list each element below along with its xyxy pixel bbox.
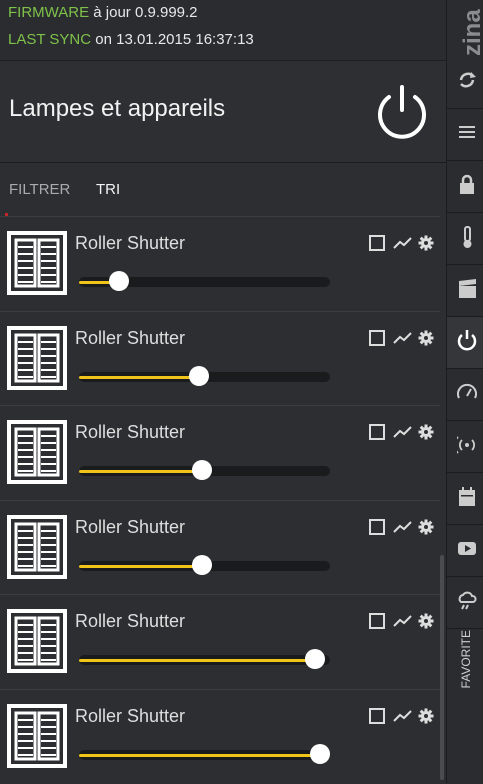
rail-cloud-rain-item[interactable] (447, 577, 483, 629)
device-tools[interactable] (369, 518, 435, 535)
device-row: Roller Shutter (0, 594, 440, 689)
history-chart-icon (393, 615, 412, 627)
select-checkbox (369, 707, 385, 724)
page-title: Lampes et appareils (9, 95, 226, 122)
rail-power-item[interactable] (447, 317, 483, 369)
settings-gear-icon (418, 235, 434, 251)
radio-signal-icon (457, 436, 475, 454)
sync-icon (459, 72, 476, 88)
slider-knob[interactable] (109, 271, 130, 291)
device-title: Roller Shutter (75, 327, 186, 348)
settings-gear-icon (418, 424, 434, 440)
device-tools[interactable] (369, 707, 435, 724)
filter-bar: FILTRER TRI (0, 163, 446, 215)
firmware-status: FIRMWARE à jour 0.9.999.2 (8, 4, 198, 21)
rail-lock-item[interactable] (447, 161, 483, 213)
rail-clapper-item[interactable] (447, 265, 483, 317)
cloud-rain-icon (458, 591, 477, 610)
status-bar: FIRMWARE à jour 0.9.999.2 LAST SYNC on 1… (0, 0, 446, 61)
calendar-icon (459, 487, 475, 506)
level-slider[interactable] (79, 365, 330, 386)
select-checkbox (369, 424, 385, 440)
gauge-icon (457, 383, 477, 399)
level-slider[interactable] (79, 554, 330, 575)
firmware-label: FIRMWARE (8, 4, 90, 21)
device-row: Roller Shutter (0, 688, 440, 784)
clapper-icon (459, 279, 476, 298)
device-row: Roller Shutter (0, 216, 440, 311)
device-row: Roller Shutter (0, 499, 440, 595)
roller-shutter-icon (7, 514, 67, 579)
device-tools[interactable] (369, 235, 435, 251)
roller-shutter-icon (7, 420, 67, 484)
device-tools[interactable] (369, 424, 435, 440)
thermometer-icon (463, 226, 472, 248)
select-checkbox (369, 235, 385, 251)
history-chart-icon (393, 520, 412, 533)
page-header: Lampes et appareils (0, 61, 446, 163)
settings-gear-icon (418, 613, 434, 629)
level-slider[interactable] (79, 649, 330, 669)
side-rail: zina FAVORITE (446, 0, 483, 783)
scrollbar-thumb[interactable] (440, 555, 444, 780)
device-title: Roller Shutter (75, 705, 186, 726)
rail-play-item[interactable] (447, 525, 483, 577)
slider-knob[interactable] (189, 365, 210, 386)
device-title: Roller Shutter (75, 611, 186, 631)
power-icon[interactable] (374, 83, 430, 141)
lock-icon (460, 174, 474, 194)
slider-knob[interactable] (191, 554, 212, 575)
slider-fill (79, 659, 315, 662)
device-title: Roller Shutter (75, 422, 186, 442)
settings-gear-icon (418, 519, 434, 534)
settings-gear-icon (418, 330, 434, 345)
main-panel: FIRMWARE à jour 0.9.999.2 LAST SYNC on 1… (0, 0, 446, 783)
rail-thermometer-item[interactable] (447, 213, 483, 265)
device-tools[interactable] (369, 613, 435, 629)
favorite-tab[interactable]: FAVORITE (459, 630, 473, 688)
select-checkbox (369, 518, 385, 535)
settings-gear-icon (418, 708, 434, 723)
menu-icon (459, 126, 475, 138)
firmware-value: à jour 0.9.999.2 (93, 4, 198, 21)
select-checkbox (369, 613, 385, 629)
history-chart-icon (393, 426, 412, 438)
slider-fill (79, 564, 202, 568)
level-slider[interactable] (79, 743, 330, 764)
filter-tab[interactable]: FILTRER (9, 181, 70, 198)
device-title: Roller Shutter (75, 233, 186, 253)
history-chart-icon (393, 331, 412, 344)
roller-shutter-icon (7, 231, 67, 295)
level-slider[interactable] (79, 271, 330, 291)
device-title: Roller Shutter (75, 516, 186, 537)
sort-tab[interactable]: TRI (96, 181, 120, 198)
slider-fill (79, 375, 200, 379)
power-icon (457, 330, 477, 351)
device-row: Roller Shutter (0, 405, 440, 500)
history-chart-icon (393, 237, 412, 249)
history-chart-icon (393, 709, 412, 722)
roller-shutter-icon (7, 325, 67, 390)
play-icon (458, 542, 476, 555)
rail-radio-signal-item[interactable] (447, 421, 483, 473)
last-sync-status: LAST SYNC on 13.01.2015 16:37:13 (8, 31, 254, 48)
slider-knob[interactable] (191, 460, 212, 480)
level-slider[interactable] (79, 460, 330, 480)
roller-shutter-icon (7, 703, 67, 768)
slider-fill (79, 470, 202, 473)
app-logo: zina (459, 9, 483, 56)
slider-fill (79, 753, 320, 757)
last-sync-value: on 13.01.2015 16:37:13 (95, 31, 254, 48)
slider-knob[interactable] (304, 649, 325, 669)
rail-gauge-item[interactable] (447, 369, 483, 421)
rail-calendar-item[interactable] (447, 473, 483, 525)
slider-knob[interactable] (309, 743, 330, 764)
device-tools[interactable] (369, 329, 435, 346)
select-checkbox (369, 329, 385, 346)
last-sync-label: LAST SYNC (8, 31, 92, 48)
roller-shutter-icon (7, 609, 67, 673)
rail-sync-item[interactable] (447, 57, 483, 109)
device-row: Roller Shutter (0, 310, 440, 406)
rail-menu-item[interactable] (447, 109, 483, 161)
